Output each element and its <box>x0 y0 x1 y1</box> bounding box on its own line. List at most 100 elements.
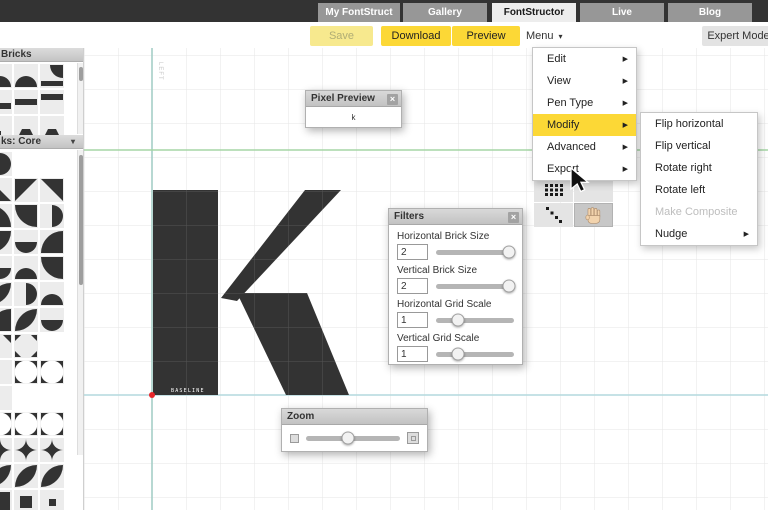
brick-dome[interactable] <box>14 256 38 280</box>
zoom-out-icon[interactable] <box>290 434 299 443</box>
download-button[interactable]: Download <box>381 26 451 46</box>
v-grid-scale-slider[interactable] <box>436 346 514 362</box>
tab-my-fontstruct[interactable]: My FontStruct <box>318 3 400 22</box>
brick-light-pie[interactable] <box>0 386 12 410</box>
brick-pen-tool[interactable] <box>534 178 573 202</box>
brick-pie-nw[interactable] <box>0 230 12 254</box>
v-grid-scale-input[interactable] <box>397 346 428 362</box>
h-grid-scale-slider[interactable] <box>436 312 514 328</box>
brick-pie-sw[interactable] <box>0 204 12 228</box>
menu-item-edit[interactable]: Edit ▶ <box>533 48 636 70</box>
brick-trap[interactable] <box>14 116 38 135</box>
h-brick-size-slider[interactable] <box>436 244 514 260</box>
core-section-header[interactable]: ks: Core ▾ <box>0 135 84 149</box>
tab-fontstructor[interactable]: FontStructor <box>492 3 576 22</box>
brick-light-corner[interactable] <box>0 334 12 358</box>
brick-leaf[interactable] <box>14 308 38 332</box>
brick-light-pie[interactable] <box>0 360 12 384</box>
menu-button[interactable]: Menu ▾ <box>526 26 563 46</box>
brick-halfdisc-s[interactable] <box>0 256 12 280</box>
brick-leaf[interactable] <box>40 464 64 488</box>
submenu-item-flip-horizontal[interactable]: Flip horizontal <box>641 113 757 135</box>
brick-light-circle[interactable] <box>40 412 64 436</box>
brick-square-md[interactable] <box>14 490 38 510</box>
brick-halfdisc-e[interactable] <box>14 282 38 306</box>
brick-halfdisc-s[interactable] <box>14 230 38 254</box>
h-brick-size-input[interactable] <box>397 244 428 260</box>
bricks-scrollbar-thumb[interactable] <box>79 67 83 81</box>
brick-dome[interactable] <box>40 282 64 306</box>
brick-pie-se[interactable] <box>0 308 12 332</box>
menu-item-modify[interactable]: Modify ▶ <box>533 114 636 136</box>
brick-light-x[interactable] <box>14 334 38 358</box>
zoom-in-icon[interactable] <box>407 432 419 444</box>
slider-thumb[interactable] <box>342 432 355 445</box>
line-tool[interactable] <box>534 203 573 227</box>
core-scrollbar-thumb[interactable] <box>79 155 83 285</box>
brick-circle[interactable] <box>0 152 12 176</box>
menu-item-view[interactable]: View ▶ <box>533 70 636 92</box>
bricks-section-header[interactable]: Bricks <box>0 48 84 62</box>
slider-thumb[interactable] <box>451 348 464 361</box>
hand-tool[interactable] <box>574 203 613 227</box>
slider-thumb[interactable] <box>451 314 464 327</box>
brick-trap[interactable] <box>40 116 64 135</box>
brick-light-circle[interactable] <box>14 412 38 436</box>
submenu-item-flip-vertical[interactable]: Flip vertical <box>641 135 757 157</box>
brick-light-circle[interactable] <box>40 360 64 384</box>
brick-dome[interactable] <box>0 64 12 88</box>
v-brick-size-slider[interactable] <box>436 278 514 294</box>
bricks-scrollbar[interactable] <box>77 63 83 134</box>
tab-blog[interactable]: Blog <box>668 3 752 22</box>
menu-item-advanced[interactable]: Advanced ▶ <box>533 136 636 158</box>
pixel-preview-glyph: k <box>306 107 401 128</box>
brick-halfdisc-e[interactable] <box>40 204 64 228</box>
close-icon[interactable]: × <box>387 94 398 105</box>
brick-square-lg[interactable] <box>0 490 12 510</box>
submenu-item-rotate-right[interactable]: Rotate right <box>641 157 757 179</box>
brick-quarter-bar[interactable] <box>40 64 64 88</box>
brick-light-circle[interactable] <box>0 412 12 436</box>
brick-stub[interactable] <box>0 116 12 135</box>
brick-halfdisc-s[interactable] <box>40 308 64 332</box>
expert-mode-button[interactable]: Expert Mode <box>702 26 768 46</box>
brick-tri-nw[interactable] <box>14 178 38 202</box>
brick-pie-ne[interactable] <box>40 256 64 280</box>
h-grid-scale-input[interactable] <box>397 312 428 328</box>
preview-button[interactable]: Preview <box>452 26 520 46</box>
origin-point[interactable] <box>149 392 155 398</box>
zoom-titlebar[interactable]: Zoom <box>282 409 427 425</box>
brick-square-sm[interactable] <box>40 490 64 510</box>
zoom-slider[interactable] <box>306 431 400 445</box>
brick-tri-ne[interactable] <box>40 178 64 202</box>
brick-dome[interactable] <box>14 64 38 88</box>
caret-down-icon[interactable]: ▾ <box>71 137 75 146</box>
brick-pie-ne[interactable] <box>14 204 38 228</box>
submenu-item-rotate-left[interactable]: Rotate left <box>641 179 757 201</box>
brick-bar-top[interactable] <box>40 90 64 114</box>
save-button[interactable]: Save <box>310 26 373 46</box>
brick-bar-low[interactable] <box>0 90 12 114</box>
brick-leaf[interactable] <box>0 464 12 488</box>
filters-titlebar[interactable]: Filters × <box>389 209 522 225</box>
brick-astroid[interactable] <box>40 438 64 462</box>
brick-pie-se[interactable] <box>40 230 64 254</box>
brick-tri-sw[interactable] <box>0 178 12 202</box>
brick-bar-mid[interactable] <box>14 90 38 114</box>
slider-thumb[interactable] <box>503 280 516 293</box>
brick-light-circle[interactable] <box>14 360 38 384</box>
v-brick-size-input[interactable] <box>397 278 428 294</box>
tab-gallery[interactable]: Gallery <box>403 3 487 22</box>
core-scrollbar[interactable] <box>77 150 83 455</box>
close-icon[interactable]: × <box>508 212 519 223</box>
tab-live[interactable]: Live <box>580 3 664 22</box>
menu-item-pen-type[interactable]: Pen Type ▶ <box>533 92 636 114</box>
brick-leaf[interactable] <box>14 464 38 488</box>
brick-astroid[interactable] <box>0 438 12 462</box>
brick-astroid[interactable] <box>14 438 38 462</box>
brick-leaf[interactable] <box>0 282 12 306</box>
slider-thumb[interactable] <box>503 246 516 259</box>
submenu-arrow-icon: ▶ <box>623 143 628 151</box>
submenu-item-nudge[interactable]: Nudge ▶ <box>641 223 757 245</box>
pixel-preview-titlebar[interactable]: Pixel Preview × <box>306 91 401 107</box>
